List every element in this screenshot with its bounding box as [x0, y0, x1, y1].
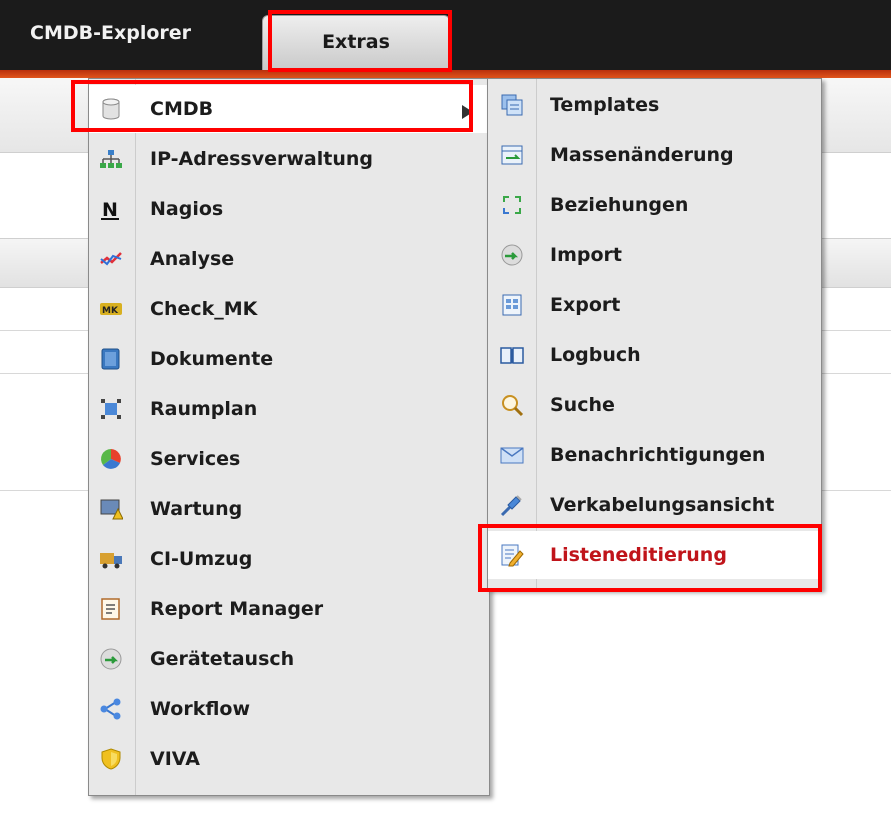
submenu-item-verkabelungsansicht[interactable]: Verkabelungsansicht: [488, 481, 821, 529]
search-icon: [500, 393, 524, 417]
export-icon: [500, 293, 524, 317]
relations-icon: [500, 193, 524, 217]
submenu-item-label: Benachrichtigungen: [550, 444, 766, 466]
menu-item-check-mk[interactable]: MK Check_MK: [89, 285, 489, 333]
submenu-item-label: Suche: [550, 394, 615, 416]
submenu-arrow-icon: [462, 105, 473, 119]
submenu-item-label: Templates: [550, 94, 660, 116]
menu-item-viva[interactable]: VIVA: [89, 735, 489, 783]
menu-item-label: Services: [150, 448, 241, 470]
menu-item-workflow[interactable]: Workflow: [89, 685, 489, 733]
menu-item-report-manager[interactable]: Report Manager: [89, 585, 489, 633]
document-icon: [99, 347, 123, 371]
top-navigation-bar: CMDB-Explorer Extras: [0, 0, 891, 76]
menu-item-label: IP-Adressverwaltung: [150, 148, 373, 170]
menu-item-label: Wartung: [150, 498, 243, 520]
extras-dropdown-menu: CMDB IP-Adressverwaltung N Nagios Analys…: [88, 78, 490, 796]
cable-icon: [500, 493, 524, 517]
menu-item-label: Gerätetausch: [150, 648, 295, 670]
submenu-item-label: Beziehungen: [550, 194, 689, 216]
menu-item-label: CI-Umzug: [150, 548, 253, 570]
maintenance-icon: [99, 497, 123, 521]
menu-item-label: Workflow: [150, 698, 251, 720]
submenu-item-logbuch[interactable]: Logbuch: [488, 331, 821, 379]
topbar-accent-line: [0, 70, 891, 78]
menu-item-raumplan[interactable]: Raumplan: [89, 385, 489, 433]
menu-item-label: Nagios: [150, 198, 224, 220]
network-icon: [99, 147, 123, 171]
menu-item-cmdb[interactable]: CMDB: [89, 85, 489, 133]
report-icon: [99, 597, 123, 621]
menu-item-geraetetausch[interactable]: Gerätetausch: [89, 635, 489, 683]
nav-tab-extras[interactable]: Extras: [262, 15, 450, 71]
nav-item-cmdb-explorer[interactable]: CMDB-Explorer: [30, 22, 191, 44]
menu-item-wartung[interactable]: Wartung: [89, 485, 489, 533]
menu-item-label: VIVA: [150, 748, 200, 770]
swap-icon: [99, 647, 123, 671]
menu-item-label: Report Manager: [150, 598, 324, 620]
shield-icon: [99, 747, 123, 771]
submenu-item-templates[interactable]: Templates: [488, 81, 821, 129]
menu-item-nagios[interactable]: N Nagios: [89, 185, 489, 233]
menu-item-analyse[interactable]: Analyse: [89, 235, 489, 283]
menu-item-ci-umzug[interactable]: CI-Umzug: [89, 535, 489, 583]
menu-item-dokumente[interactable]: Dokumente: [89, 335, 489, 383]
floorplan-icon: [99, 397, 123, 421]
svg-text:N: N: [102, 199, 118, 221]
menu-item-label: Dokumente: [150, 348, 274, 370]
workflow-icon: [99, 697, 123, 721]
mail-icon: [500, 443, 524, 467]
menu-item-label: CMDB: [150, 98, 214, 120]
submenu-item-label: Massenänderung: [550, 144, 734, 166]
menu-item-label: Check_MK: [150, 298, 258, 320]
submenu-item-label: Export: [550, 294, 621, 316]
menu-item-ip-adressverwaltung[interactable]: IP-Adressverwaltung: [89, 135, 489, 183]
import-icon: [500, 243, 524, 267]
submenu-item-beziehungen[interactable]: Beziehungen: [488, 181, 821, 229]
mass-change-icon: [500, 143, 524, 167]
menu-item-label: Raumplan: [150, 398, 258, 420]
services-icon: [99, 447, 123, 471]
submenu-item-massenaenderung[interactable]: Massenänderung: [488, 131, 821, 179]
submenu-item-import[interactable]: Import: [488, 231, 821, 279]
menu-item-services[interactable]: Services: [89, 435, 489, 483]
book-icon: [500, 343, 524, 367]
menu-item-label: Analyse: [150, 248, 235, 270]
submenu-item-export[interactable]: Export: [488, 281, 821, 329]
submenu-item-label: Logbuch: [550, 344, 641, 366]
submenu-item-listeneditierung[interactable]: Listeneditierung: [488, 531, 821, 579]
templates-icon: [500, 93, 524, 117]
svg-text:MK: MK: [102, 306, 119, 316]
database-icon: [99, 97, 123, 121]
check-mk-icon: MK: [99, 297, 123, 321]
submenu-item-label: Listeneditierung: [550, 544, 727, 566]
analysis-icon: [99, 247, 123, 271]
submenu-item-label: Import: [550, 244, 622, 266]
list-edit-icon: [500, 543, 524, 567]
submenu-item-benachrichtigungen[interactable]: Benachrichtigungen: [488, 431, 821, 479]
cmdb-submenu: Templates Massenänderung Beziehungen Imp…: [487, 78, 822, 590]
nagios-icon: N: [99, 197, 123, 221]
submenu-item-suche[interactable]: Suche: [488, 381, 821, 429]
truck-icon: [99, 547, 123, 571]
submenu-item-label: Verkabelungsansicht: [550, 494, 775, 516]
